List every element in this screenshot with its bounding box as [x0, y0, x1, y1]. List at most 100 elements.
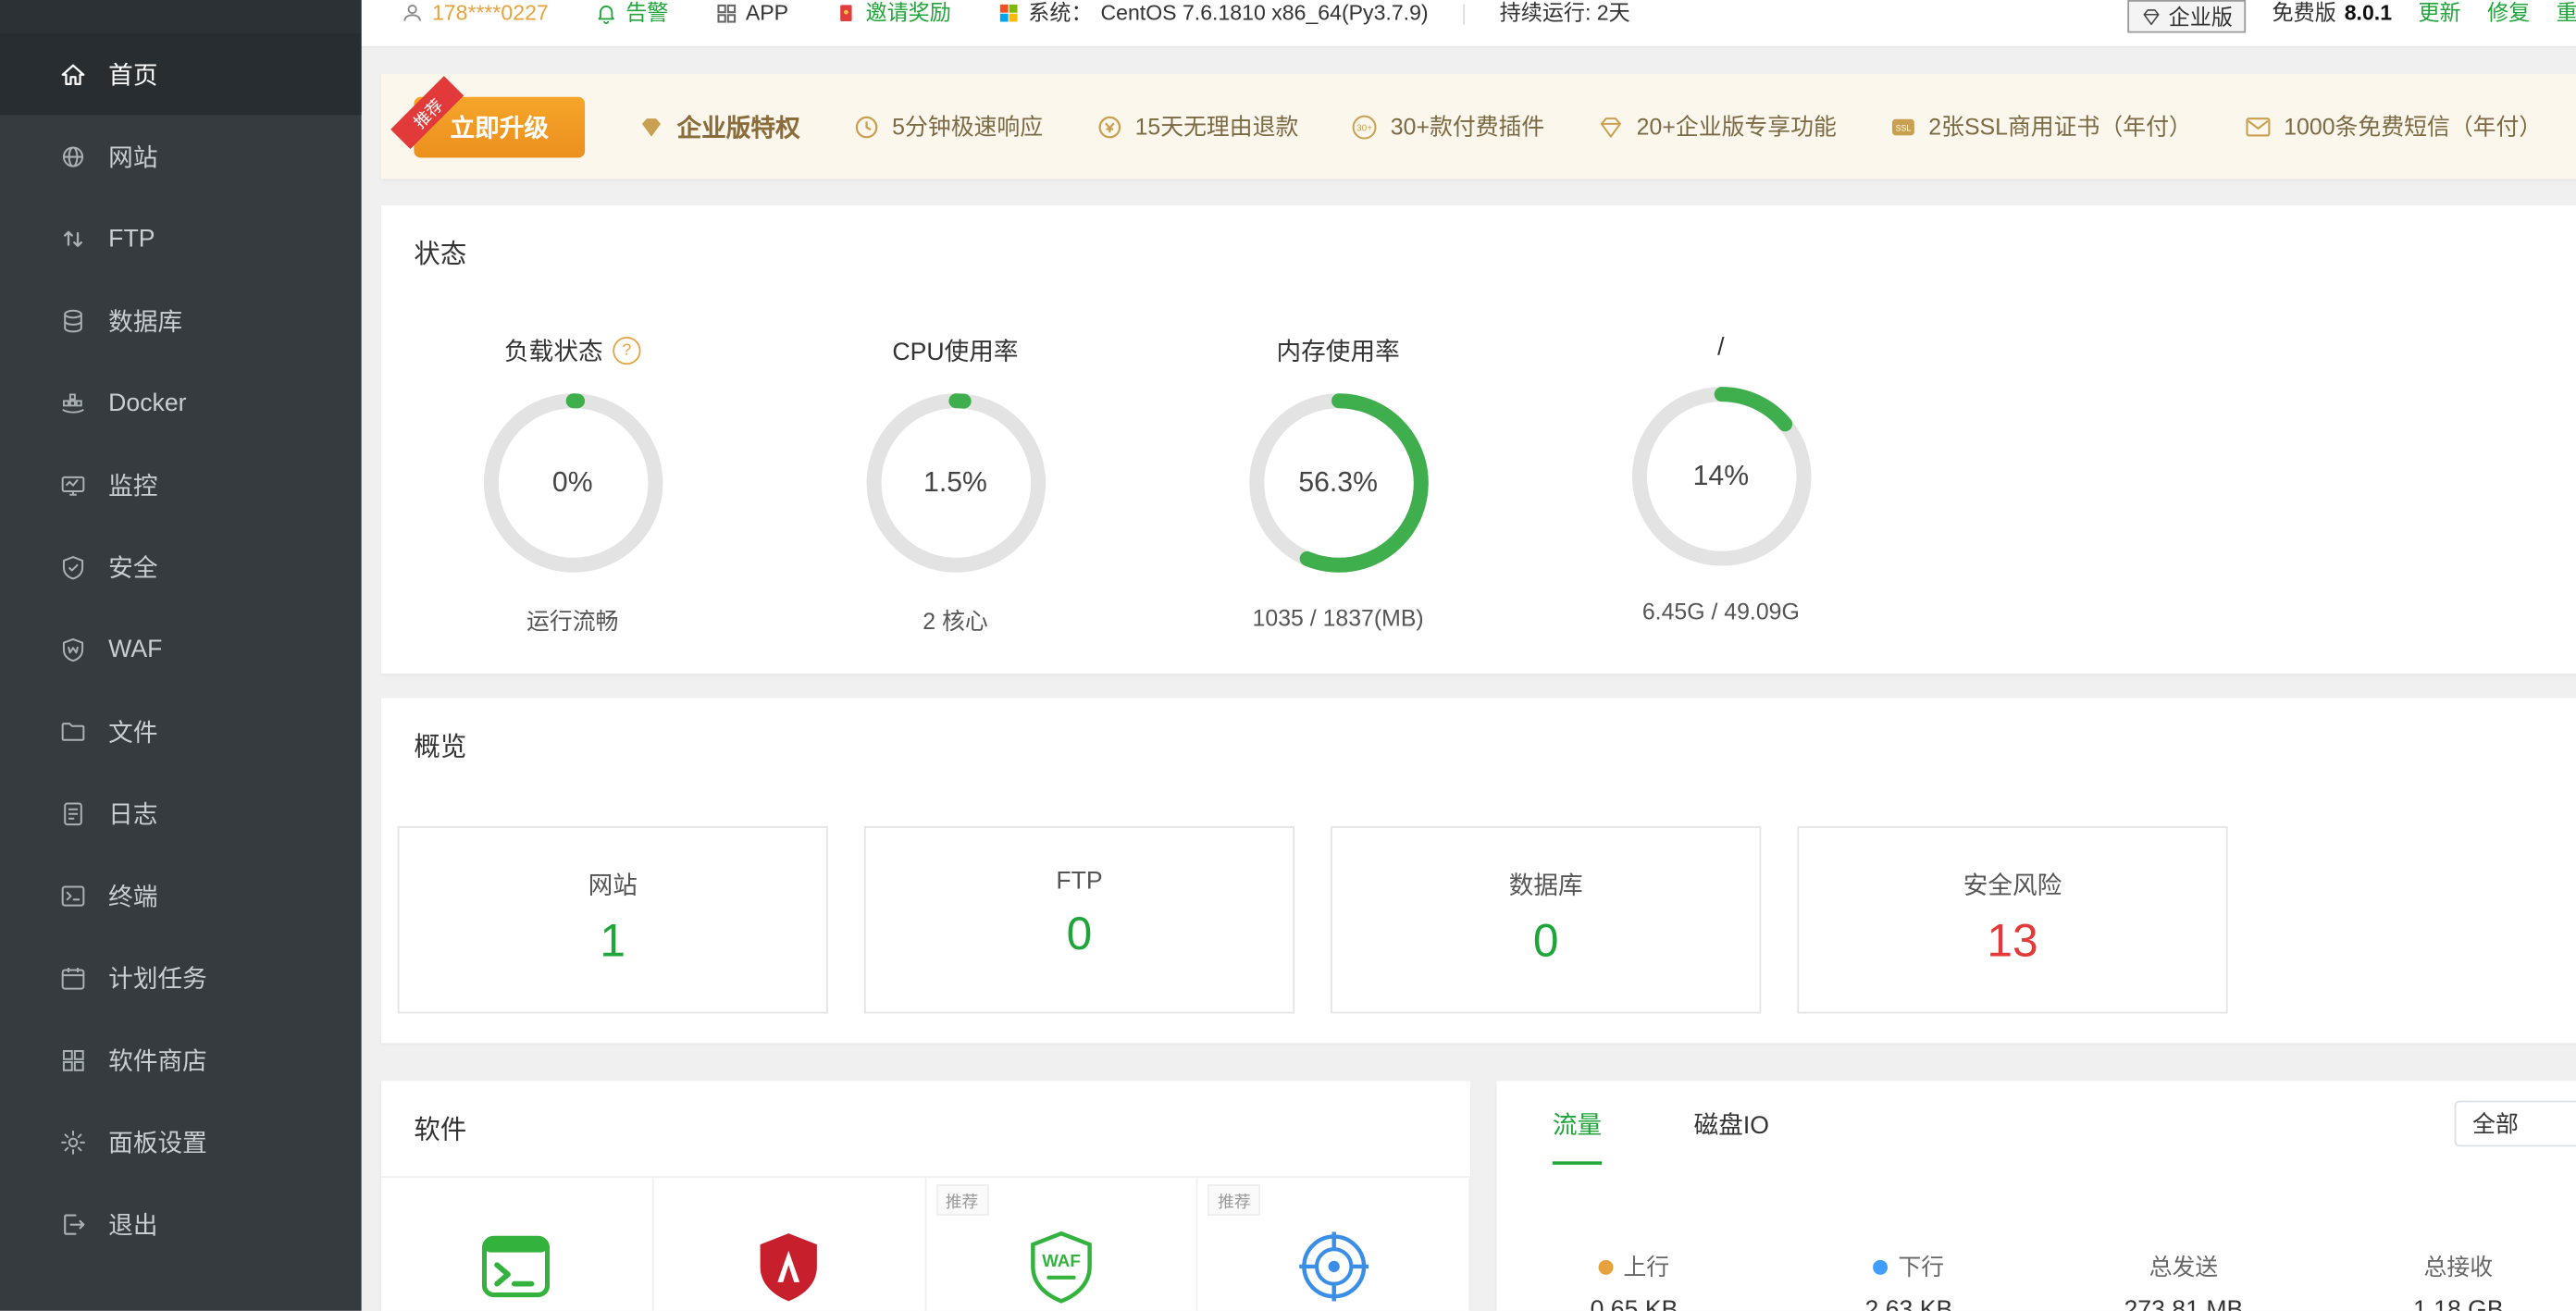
sidebar-item-monitor[interactable]: 监控	[0, 443, 362, 526]
upstream-dot	[1599, 1259, 1614, 1274]
topbar-left: 178****0227 告警 APP 邀请奖励 系统： CentOS 7.6.1…	[401, 0, 1630, 25]
tab-traffic[interactable]: 流量	[1553, 1107, 1602, 1165]
overview-box-label: 安全风险	[1963, 867, 2062, 901]
home-icon	[59, 60, 87, 88]
sidebar-item-logout[interactable]: 退出	[0, 1182, 362, 1265]
system-value: CentOS 7.6.1810 x86_64(Py3.7.9)	[1100, 0, 1428, 25]
sidebar: 首页 网站 FTP 数据库 Docker 监控	[0, 0, 362, 1311]
sidebar-item-label: FTP	[108, 224, 155, 252]
recommend-badge: 推荐	[1208, 1184, 1260, 1216]
envelope-icon	[2245, 113, 2273, 141]
log-document-icon	[59, 799, 87, 827]
gauge-label: 内存使用率	[1277, 333, 1400, 367]
upgrade-banner: 推荐 立即升级 企业版特权 5分钟极速响应 15天无理由退款 30+ 30+款付…	[381, 74, 2576, 179]
help-icon[interactable]: ?	[613, 337, 640, 365]
gauge-label: /	[1717, 333, 1724, 361]
svg-text:WAF: WAF	[1042, 1251, 1081, 1270]
traffic-legend: 上行 0.65 KB 下行 2.63 KB 总发送 273.81 MB 总接收 …	[1496, 1250, 2576, 1311]
repair-link[interactable]: 修复	[2487, 0, 2530, 25]
sidebar-item-ftp[interactable]: FTP	[0, 197, 362, 279]
terminal-app-icon	[477, 1227, 556, 1305]
overview-box-websites[interactable]: 网站 1	[398, 826, 828, 1013]
divider: |	[1461, 0, 1467, 25]
sidebar-item-label: 网站	[108, 139, 157, 173]
sidebar-item-label: 日志	[108, 796, 157, 830]
sidebar-item-security[interactable]: 安全	[0, 526, 362, 608]
software-item-site-monitor[interactable]: 推荐	[1198, 1178, 1470, 1311]
bell-icon	[594, 1, 617, 24]
gear-icon	[59, 1128, 87, 1156]
restart-link[interactable]: 重启	[2557, 0, 2576, 25]
tab-disk-io[interactable]: 磁盘IO	[1694, 1107, 1769, 1165]
overview-box-security-risk[interactable]: 安全风险 13	[1797, 826, 2227, 1013]
gauge-ring: 0%	[477, 388, 668, 578]
svg-text:30+: 30+	[1357, 122, 1373, 132]
banner-item-privilege[interactable]: 企业版特权	[638, 109, 800, 143]
site-monitor-app-icon	[1294, 1227, 1372, 1305]
legend-total-sent: 总发送 273.81 MB	[2046, 1250, 2321, 1311]
gauge-memory[interactable]: 内存使用率 56.3% 1035 / 1837(MB)	[1146, 333, 1530, 637]
sidebar-item-label: 退出	[108, 1206, 157, 1241]
sidebar-item-logs[interactable]: 日志	[0, 772, 362, 854]
sidebar-item-website[interactable]: 网站	[0, 115, 362, 197]
app-grid-icon	[714, 1, 737, 24]
overview-box-database[interactable]: 数据库 0	[1331, 826, 1761, 1013]
upgrade-now-button[interactable]: 推荐 立即升级	[414, 96, 585, 157]
overview-box-value: 0	[1067, 909, 1093, 961]
overview-box-ftp[interactable]: FTP 0	[864, 826, 1294, 1013]
sidebar-item-appstore[interactable]: 软件商店	[0, 1019, 362, 1101]
overview-box-value: 1	[600, 915, 625, 968]
terminal-icon	[59, 882, 87, 909]
software-item-app-shield[interactable]	[653, 1178, 925, 1311]
user-icon	[401, 1, 424, 24]
sidebar-item-settings[interactable]: 面板设置	[0, 1101, 362, 1183]
traffic-tabs: 流量 磁盘IO	[1496, 1081, 2576, 1165]
logout-icon	[59, 1210, 87, 1238]
invite-reward-link[interactable]: 邀请奖励	[835, 0, 951, 25]
downstream-dot	[1874, 1259, 1889, 1274]
overview-box-label: FTP	[1056, 867, 1102, 895]
red-envelope-icon	[835, 1, 858, 24]
banner-item-refund: 15天无理由退款	[1096, 110, 1298, 143]
sidebar-item-label: 安全	[108, 550, 157, 584]
gauge-cpu[interactable]: CPU使用率 1.5% 2 核心	[764, 333, 1147, 637]
app-link[interactable]: APP	[714, 0, 788, 25]
gauge-load[interactable]: 负载状态 ? 0% 运行流畅	[381, 333, 764, 637]
update-link[interactable]: 更新	[2418, 0, 2460, 25]
account-menu[interactable]: 178****0227	[401, 0, 549, 25]
ssl-badge-icon: SSL	[1889, 113, 1917, 141]
gauge-percent: 0%	[477, 388, 668, 578]
bt-panel-dashboard: 首页 网站 FTP 数据库 Docker 监控	[0, 0, 2576, 1311]
traffic-card: 流量 磁盘IO 全部 ▼ 上行 0.65 KB 下行 2.63 KB	[1496, 1081, 2576, 1311]
interface-filter-select[interactable]: 全部 ▼	[2455, 1101, 2576, 1147]
enterprise-badge[interactable]: 企业版	[2127, 0, 2246, 33]
gauge-disk-root[interactable]: / 14% 6.45G / 49.09G	[1530, 333, 1913, 637]
sidebar-logo-area	[0, 0, 362, 33]
software-item-terminal[interactable]	[381, 1178, 653, 1311]
version-info: 免费版 8.0.1	[2273, 0, 2393, 25]
gauge-ring: 1.5%	[860, 388, 1050, 578]
legend-downstream: 下行 2.63 KB	[1771, 1250, 2046, 1311]
sidebar-item-cron[interactable]: 计划任务	[0, 936, 362, 1019]
sidebar-item-docker[interactable]: Docker	[0, 362, 362, 444]
sidebar-item-home[interactable]: 首页	[0, 33, 362, 116]
status-gauges: 负载状态 ? 0% 运行流畅 CPU使用率 1.5% 2 核心	[381, 333, 2576, 637]
sidebar-item-label: 首页	[108, 56, 157, 91]
alerts-link[interactable]: 告警	[594, 0, 668, 25]
gauge-percent: 56.3%	[1243, 388, 1433, 578]
shield-check-icon	[59, 552, 87, 580]
sidebar-item-terminal[interactable]: 终端	[0, 854, 362, 936]
sidebar-item-waf[interactable]: WAF	[0, 608, 362, 690]
sidebar-item-database[interactable]: 数据库	[0, 279, 362, 362]
sidebar-item-label: 面板设置	[108, 1124, 207, 1158]
gauge-label: CPU使用率	[892, 333, 1018, 367]
uptime-text: 持续运行: 2天	[1500, 0, 1630, 25]
software-title: 软件	[381, 1081, 1470, 1146]
software-card: 软件 推荐 WAF 推荐	[381, 1081, 1470, 1311]
software-item-waf[interactable]: 推荐 WAF	[925, 1178, 1197, 1311]
sidebar-item-files[interactable]: 文件	[0, 690, 362, 773]
legend-total-received: 总接收 1.18 GB	[2321, 1250, 2576, 1311]
overview-box-label: 数据库	[1509, 867, 1583, 901]
docker-whale-icon	[59, 389, 87, 416]
system-info: 系统： CentOS 7.6.1810 x86_64(Py3.7.9)	[997, 0, 1429, 25]
